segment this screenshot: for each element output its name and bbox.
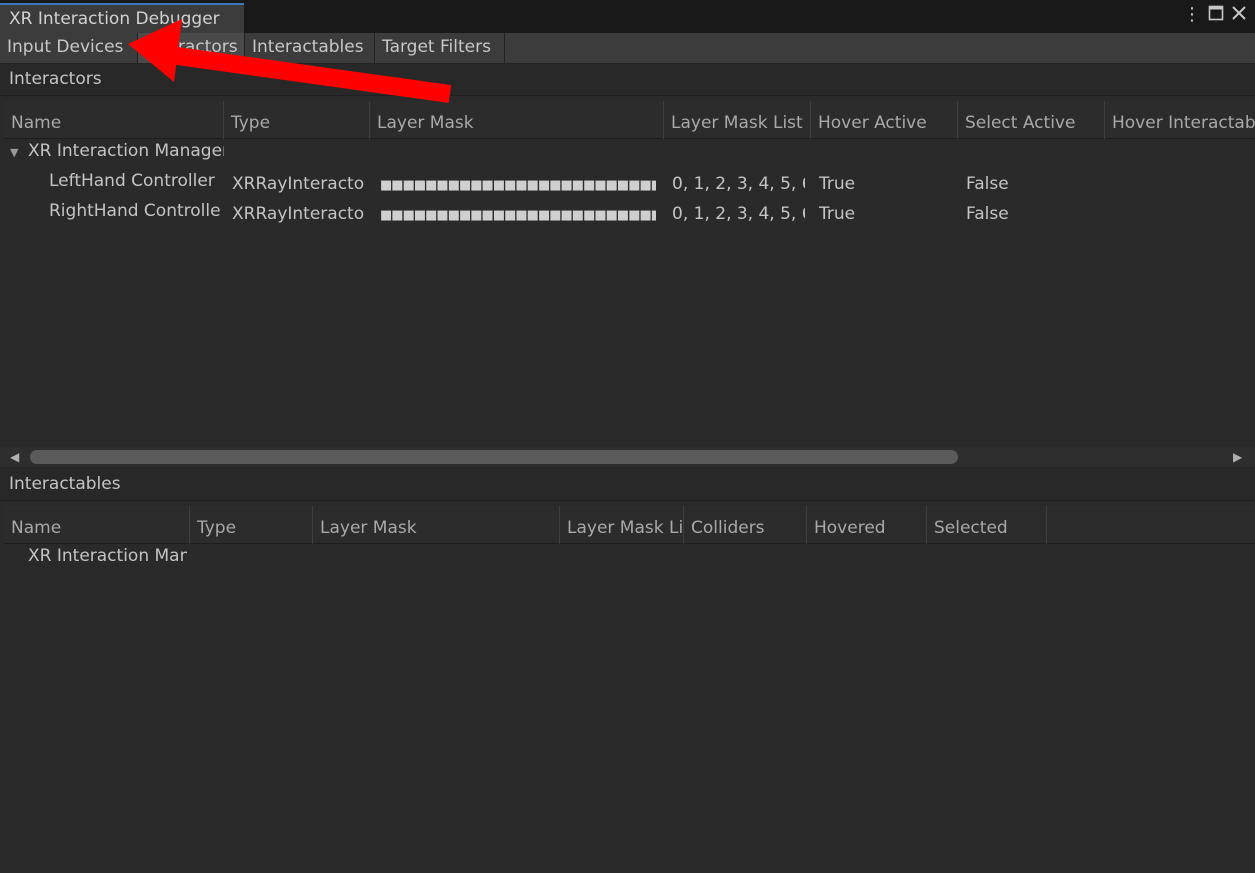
annotation-arrow-icon [128, 19, 452, 103]
